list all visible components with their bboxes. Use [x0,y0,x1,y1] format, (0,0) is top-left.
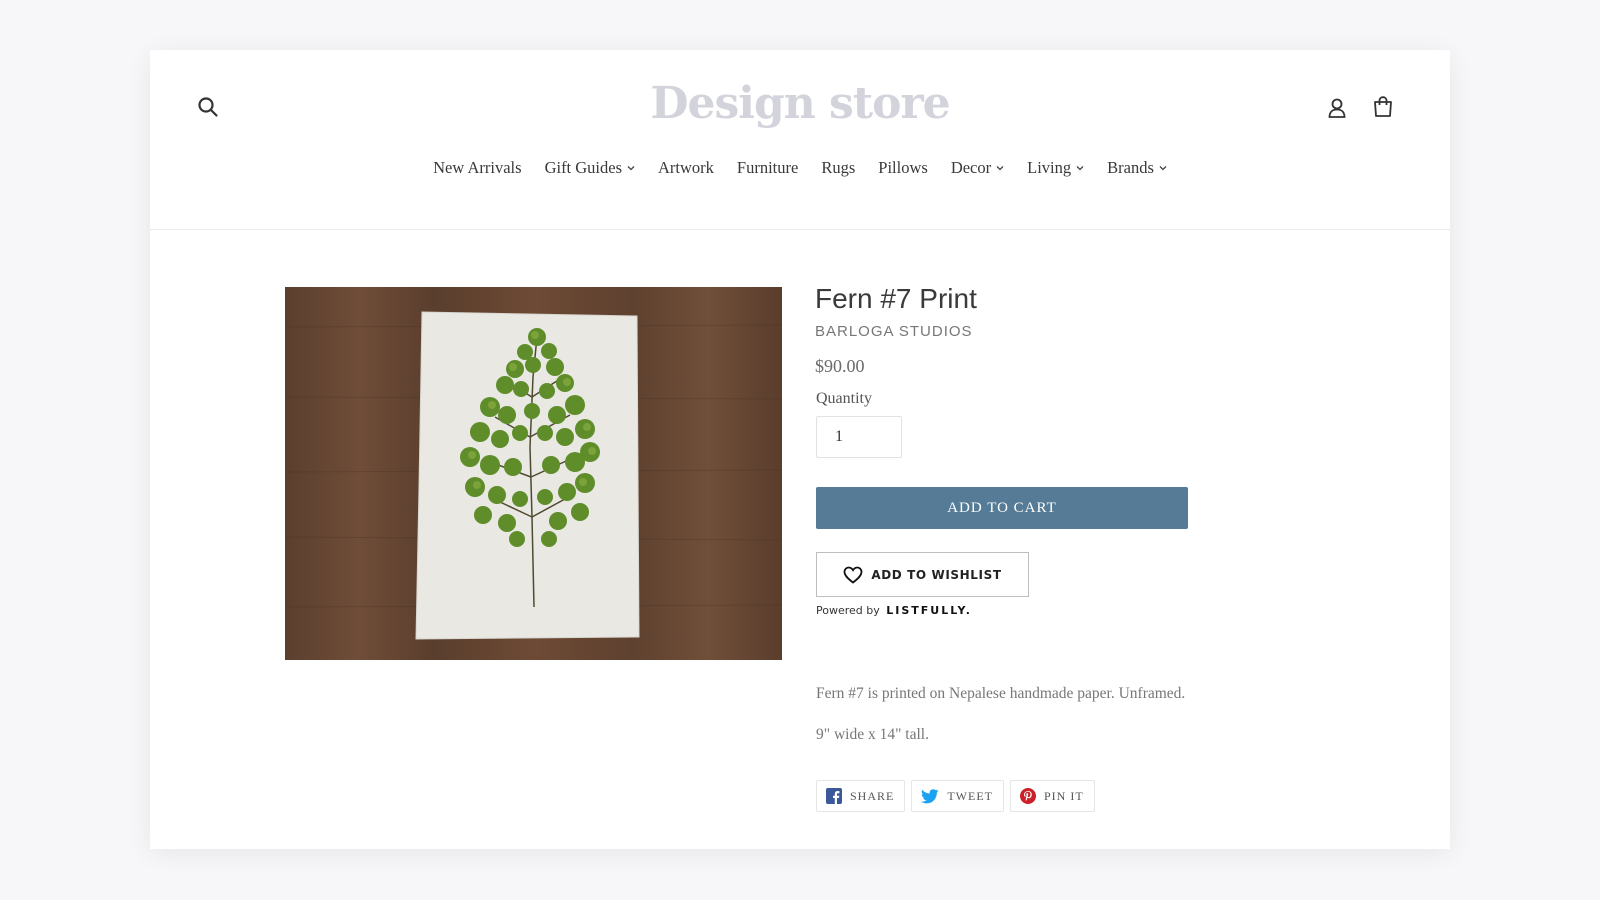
product-price: $90.00 [815,356,865,376]
quantity-input[interactable] [816,416,902,458]
main-nav: New Arrivals Gift Guides Artwork Furnitu… [150,158,1450,178]
product-description: Fern #7 is printed on Nepalese handmade … [816,685,1186,702]
facebook-icon [826,788,842,804]
user-icon[interactable] [1326,96,1348,120]
product-vendor[interactable]: BARLOGA STUDIOS [815,323,973,340]
page-container: Design store New Arrivals Gift Guides Ar… [150,50,1450,849]
nav-living[interactable]: Living [1016,158,1096,178]
nav-gift-guides[interactable]: Gift Guides [533,158,646,178]
share-pinterest-button[interactable]: PIN IT [1010,780,1095,812]
wishlist-label: ADD TO WISHLIST [871,567,1002,582]
product-image[interactable] [285,287,782,660]
chevron-down-icon [1159,166,1167,171]
nav-brands[interactable]: Brands [1096,158,1179,178]
chevron-down-icon [627,166,635,171]
share-buttons: SHARE TWEET PIN IT [816,780,1095,812]
share-twitter-label: TWEET [947,788,993,803]
pinterest-icon [1020,788,1036,804]
twitter-icon [921,788,939,803]
store-logo[interactable]: Design store [150,78,1450,129]
nav-pillows[interactable]: Pillows [867,158,940,178]
share-twitter-button[interactable]: TWEET [911,780,1004,812]
add-to-wishlist-button[interactable]: ADD TO WISHLIST [816,552,1029,597]
chevron-down-icon [1076,166,1084,171]
cart-icon[interactable] [1372,95,1394,119]
nav-new-arrivals[interactable]: New Arrivals [422,158,533,178]
share-facebook-label: SHARE [850,788,895,803]
nav-furniture[interactable]: Furniture [725,158,809,178]
powered-by: Powered by LISTFULLY. [816,604,972,617]
add-to-cart-button[interactable]: ADD TO CART [816,487,1188,529]
product-dimensions: 9" wide x 14" tall. [816,726,929,743]
nav-artwork[interactable]: Artwork [647,158,726,178]
chevron-down-icon [996,166,1004,171]
nav-decor[interactable]: Decor [939,158,1015,178]
powered-by-text: Powered by [816,604,880,617]
share-pinterest-label: PIN IT [1044,788,1084,803]
product-title: Fern #7 Print [815,283,977,314]
quantity-label: Quantity [816,390,872,407]
heart-icon [843,566,863,584]
nav-rugs[interactable]: Rugs [810,158,867,178]
listfully-brand[interactable]: LISTFULLY. [886,604,972,617]
site-header: Design store New Arrivals Gift Guides Ar… [150,50,1450,230]
share-facebook-button[interactable]: SHARE [816,780,906,812]
